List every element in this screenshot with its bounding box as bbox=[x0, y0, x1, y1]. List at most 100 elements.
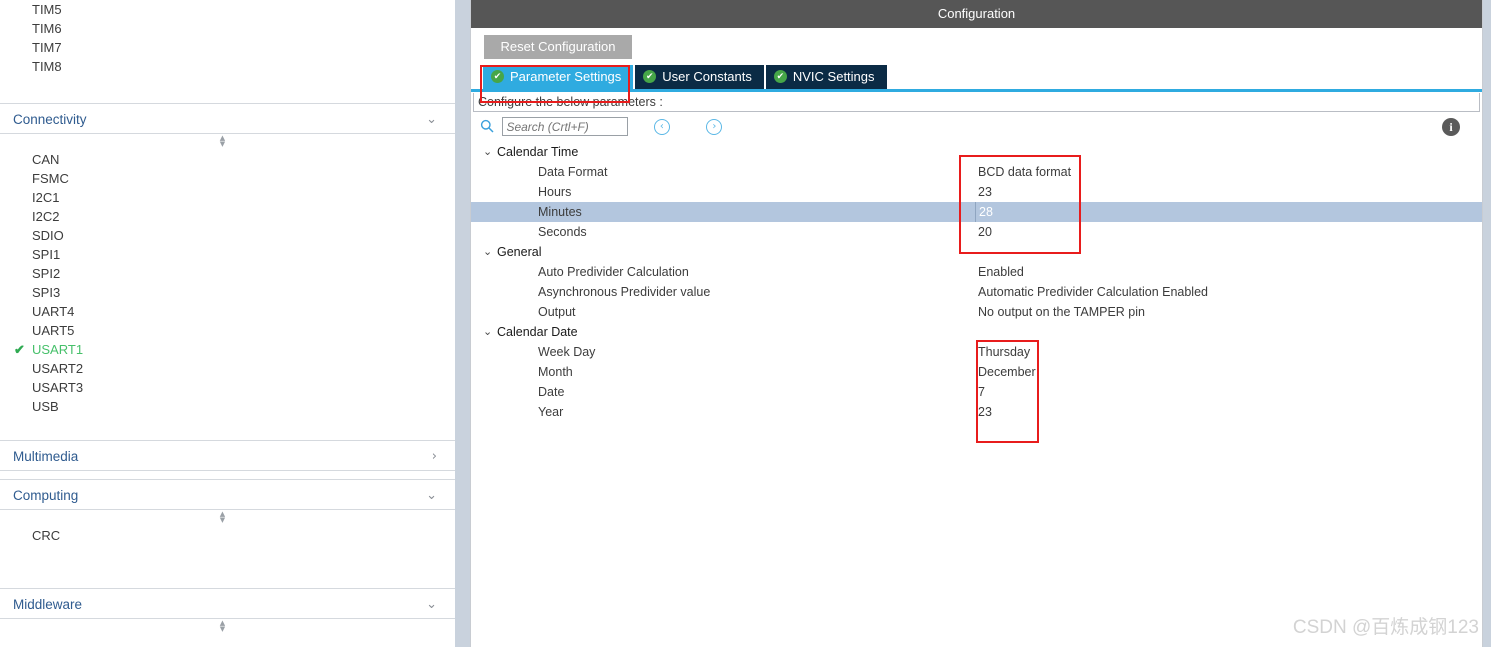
sidebar-sections: Connectivity ⌄ ▲ ▼ CAN FSMC I2C1 I2C2 SDIO SPI1 SP… bbox=[0, 76, 455, 635]
sidebar-section-label: Connectivity bbox=[13, 112, 87, 127]
sidebar-item-can[interactable]: CAN bbox=[32, 150, 455, 169]
param-row[interactable]: Seconds 20 bbox=[471, 222, 1482, 242]
sidebar-item-spi1[interactable]: SPI1 bbox=[32, 245, 455, 264]
sidebar-item-label: SPI3 bbox=[32, 285, 61, 300]
param-value[interactable]: BCD data format bbox=[978, 162, 1071, 182]
sidebar-item-label: USART1 bbox=[32, 342, 84, 357]
param-group-label: Calendar Date bbox=[497, 325, 578, 339]
watermark: CSDN @百炼成钢123 bbox=[1292, 617, 1479, 638]
param-label: Date bbox=[538, 385, 565, 399]
check-circle-icon: ✔ bbox=[773, 70, 787, 84]
sidebar-item-label: USB bbox=[32, 399, 59, 414]
chevron-down-icon[interactable]: ⌄ bbox=[483, 142, 492, 162]
sidebar-section-multimedia[interactable]: Multimedia › bbox=[0, 440, 455, 471]
sidebar-scroll-spinner[interactable]: ▲ ▼ bbox=[0, 510, 450, 526]
sidebar-item-i2c1[interactable]: I2C1 bbox=[32, 188, 455, 207]
param-value[interactable]: 23 bbox=[978, 182, 992, 202]
sidebar-item-label: UART4 bbox=[32, 304, 75, 319]
search-next-button[interactable]: › bbox=[706, 118, 723, 135]
sidebar-item-tim8[interactable]: TIM8 bbox=[32, 57, 455, 76]
search-input[interactable] bbox=[502, 117, 629, 136]
param-label: Minutes bbox=[538, 205, 582, 219]
sidebar-section-label: Middleware bbox=[13, 597, 83, 612]
param-value[interactable]: 20 bbox=[978, 222, 992, 242]
param-label: Auto Predivider Calculation bbox=[538, 265, 689, 279]
sidebar-item-usart3[interactable]: USART3 bbox=[32, 378, 455, 397]
sidebar-item-label: USART2 bbox=[32, 361, 84, 376]
check-icon: ✔ bbox=[14, 342, 25, 357]
tab-nvic-settings[interactable]: ✔ NVIC Settings bbox=[765, 65, 887, 89]
tab-user-constants[interactable]: ✔ User Constants bbox=[635, 65, 764, 89]
tab-label: User Constants bbox=[662, 69, 752, 84]
param-row[interactable]: Data Format BCD data format bbox=[471, 162, 1482, 182]
tab-parameter-settings[interactable]: ✔ Parameter Settings bbox=[483, 65, 634, 89]
sidebar-section-label: Multimedia bbox=[13, 449, 79, 464]
sidebar-item-label: USART3 bbox=[32, 380, 84, 395]
chevron-right-icon: › bbox=[431, 449, 437, 464]
sidebar-scroll-spinner[interactable]: ▲ ▼ bbox=[0, 134, 450, 150]
configuration-title-bar: Configuration bbox=[471, 0, 1482, 28]
param-value[interactable]: 7 bbox=[978, 382, 985, 402]
param-value[interactable]: 23 bbox=[978, 402, 992, 422]
sidebar-section-connectivity[interactable]: Connectivity ⌄ bbox=[0, 103, 455, 134]
sidebar-scroll-spinner[interactable]: ▲ ▼ bbox=[0, 619, 450, 635]
sidebar-item-crc[interactable]: CRC bbox=[32, 526, 455, 545]
sidebar-item-tim6[interactable]: TIM6 bbox=[32, 19, 455, 38]
search-row: ‹ › i bbox=[471, 112, 1482, 142]
check-circle-icon: ✔ bbox=[491, 70, 504, 84]
sidebar-top-item-list: TIM5 TIM6 TIM7 TIM8 bbox=[0, 0, 455, 76]
sidebar-section-computing[interactable]: Computing ⌄ bbox=[0, 479, 455, 510]
sidebar-item-usb[interactable]: USB bbox=[32, 397, 455, 416]
sidebar-item-usart1[interactable]: ✔ USART1 bbox=[14, 340, 455, 359]
chevron-down-icon: ⌄ bbox=[426, 488, 437, 503]
sidebar-item-fsmc[interactable]: FSMC bbox=[32, 169, 455, 188]
param-value[interactable]: Thursday bbox=[978, 342, 1030, 362]
sidebar-section-middleware[interactable]: Middleware ⌄ bbox=[0, 588, 455, 619]
sidebar-item-sdio[interactable]: SDIO bbox=[32, 226, 455, 245]
chevron-down-icon[interactable]: ⌄ bbox=[483, 242, 492, 262]
sidebar-item-tim5[interactable]: TIM5 bbox=[32, 0, 455, 19]
param-row[interactable]: Year 23 bbox=[471, 402, 1482, 422]
info-icon[interactable]: i bbox=[1442, 118, 1460, 136]
panel-divider bbox=[455, 0, 470, 647]
param-row[interactable]: Hours 23 bbox=[471, 182, 1482, 202]
parameter-tree: ⌄ Calendar Time Data Format BCD data format… bbox=[471, 142, 1482, 422]
sidebar-item-i2c2[interactable]: I2C2 bbox=[32, 207, 455, 226]
param-value[interactable]: No output on the TAMPER pin bbox=[978, 302, 1145, 322]
reset-row: Reset Configuration bbox=[471, 28, 1482, 59]
param-group-general[interactable]: ⌄ General bbox=[471, 242, 1482, 262]
param-label: Week Day bbox=[538, 345, 596, 359]
param-row[interactable]: Week Day Thursday bbox=[471, 342, 1482, 362]
param-value[interactable]: December bbox=[978, 362, 1036, 382]
param-label: Output bbox=[538, 305, 576, 319]
chevron-down-icon[interactable]: ⌄ bbox=[483, 322, 492, 342]
param-label: Data Format bbox=[538, 165, 608, 179]
search-prev-button[interactable]: ‹ bbox=[653, 118, 670, 135]
param-group-calendar-date[interactable]: ⌄ Calendar Date bbox=[471, 322, 1482, 342]
reset-configuration-button[interactable]: Reset Configuration bbox=[484, 35, 632, 59]
param-row[interactable]: Date 7 bbox=[471, 382, 1482, 402]
sidebar-item-label: SDIO bbox=[32, 228, 64, 243]
param-label: Asynchronous Predivider value bbox=[538, 285, 711, 299]
sidebar-item-label: TIM8 bbox=[32, 59, 62, 74]
sidebar-item-spi2[interactable]: SPI2 bbox=[32, 264, 455, 283]
param-value[interactable]: 28 bbox=[975, 202, 993, 222]
param-group-calendar-time[interactable]: ⌄ Calendar Time bbox=[471, 142, 1482, 162]
tab-label: NVIC Settings bbox=[792, 69, 875, 84]
sidebar-item-label: SPI1 bbox=[32, 247, 61, 262]
param-value[interactable]: Enabled bbox=[978, 262, 1024, 282]
sidebar-item-uart4[interactable]: UART4 bbox=[32, 302, 455, 321]
param-row[interactable]: Asynchronous Predivider value Automatic P… bbox=[471, 282, 1482, 302]
tab-label: Parameter Settings bbox=[510, 69, 622, 84]
sidebar-item-tim7[interactable]: TIM7 bbox=[32, 38, 455, 57]
sidebar-section-items: CAN FSMC I2C1 I2C2 SDIO SPI1 SPI2 SPI3 UART4 UART… bbox=[0, 150, 455, 416]
param-value[interactable]: Automatic Predivider Calculation Enabled bbox=[978, 282, 1208, 302]
param-row[interactable]: Month December bbox=[471, 362, 1482, 382]
configure-hint-bar: Configure the below parameters : bbox=[473, 93, 1480, 112]
sidebar-item-spi3[interactable]: SPI3 bbox=[32, 283, 455, 302]
param-row[interactable]: Output No output on the TAMPER pin bbox=[471, 302, 1482, 322]
param-row[interactable]: Minutes 28 bbox=[471, 202, 1482, 222]
sidebar-item-uart5[interactable]: UART5 bbox=[32, 321, 455, 340]
param-row[interactable]: Auto Predivider Calculation Enabled bbox=[471, 262, 1482, 282]
sidebar-item-usart2[interactable]: USART2 bbox=[32, 359, 455, 378]
